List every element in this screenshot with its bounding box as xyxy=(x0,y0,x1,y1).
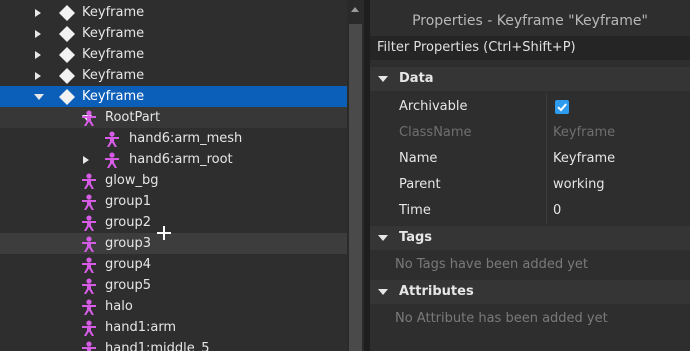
properties-panel: Properties - Keyframe "Keyframe" Filter … xyxy=(370,0,690,351)
explorer-row[interactable]: Keyframe xyxy=(0,44,347,65)
explorer-row-label: Keyframe xyxy=(82,47,145,62)
explorer-row[interactable]: RootPart xyxy=(0,107,347,128)
explorer-row[interactable]: Keyframe xyxy=(0,2,347,23)
tags-section-label: Tags xyxy=(399,230,433,245)
property-value[interactable]: Keyframe xyxy=(553,146,615,172)
scrollbar-thumb[interactable] xyxy=(349,24,362,351)
pose-icon xyxy=(82,173,96,189)
explorer-row[interactable]: Keyframe xyxy=(0,86,347,107)
collapsed-arrow-icon[interactable] xyxy=(35,9,41,17)
pose-icon xyxy=(82,236,96,252)
keyframe-icon xyxy=(59,89,75,105)
pose-icon xyxy=(82,194,96,210)
explorer-row-label: hand6:arm_mesh xyxy=(129,131,243,146)
column-divider xyxy=(546,120,547,146)
filter-placeholder: Filter Properties (Ctrl+Shift+P) xyxy=(377,40,576,55)
attributes-empty-text: No Attribute has been added yet xyxy=(395,311,608,326)
explorer-row[interactable]: hand1:middle_5 xyxy=(0,338,347,351)
property-row-time[interactable]: Time 0 xyxy=(370,198,690,224)
attributes-section-header[interactable]: Attributes xyxy=(370,280,690,304)
column-divider xyxy=(546,172,547,198)
collapse-icon[interactable] xyxy=(378,76,388,82)
explorer-row-label: group4 xyxy=(105,257,152,272)
keyframe-icon xyxy=(59,47,75,63)
property-row-name[interactable]: Name Keyframe xyxy=(370,146,690,172)
explorer-panel: Keyframe Keyframe Keyframe Keyframe Keyframe… xyxy=(0,0,364,351)
explorer-row-label: Keyframe xyxy=(82,68,145,83)
column-divider xyxy=(546,94,547,120)
pose-icon xyxy=(82,320,96,336)
properties-title: Properties - Keyframe "Keyframe" xyxy=(412,13,648,29)
collapsed-arrow-icon[interactable] xyxy=(35,51,41,59)
pose-icon xyxy=(82,110,96,126)
explorer-row[interactable]: Keyframe xyxy=(0,23,347,44)
explorer-row-label: hand1:middle_5 xyxy=(105,341,210,351)
explorer-row-label: group5 xyxy=(105,278,152,293)
tags-section-header[interactable]: Tags xyxy=(370,226,690,250)
explorer-row-label: group1 xyxy=(105,194,152,209)
expanded-arrow-icon[interactable] xyxy=(34,94,44,100)
archivable-checkbox[interactable] xyxy=(555,100,569,114)
explorer-row-label: hand1:arm xyxy=(105,320,177,335)
explorer-row[interactable]: hand6:arm_mesh xyxy=(0,128,347,149)
property-name: Parent xyxy=(399,177,441,192)
explorer-row-label: group2 xyxy=(105,215,152,230)
property-name: Time xyxy=(399,203,431,218)
scroll-up-icon[interactable] xyxy=(351,7,359,12)
pose-icon xyxy=(82,215,96,231)
explorer-row-label: hand6:arm_root xyxy=(129,152,233,167)
property-name: Name xyxy=(399,151,438,166)
property-row-classname[interactable]: ClassName Keyframe xyxy=(370,120,690,146)
filter-properties-input[interactable]: Filter Properties (Ctrl+Shift+P) xyxy=(370,36,690,60)
property-name: ClassName xyxy=(399,125,472,140)
collapsed-arrow-icon[interactable] xyxy=(35,72,41,80)
tags-empty-text: No Tags have been added yet xyxy=(395,257,589,272)
property-value[interactable]: 0 xyxy=(553,198,561,224)
column-divider xyxy=(546,146,547,172)
pose-icon xyxy=(82,257,96,273)
explorer-row[interactable]: Keyframe xyxy=(0,65,347,86)
explorer-row[interactable]: group4 xyxy=(0,254,347,275)
collapsed-arrow-icon[interactable] xyxy=(83,156,89,164)
property-name: Archivable xyxy=(399,99,468,114)
explorer-row[interactable]: group3 xyxy=(0,233,347,254)
explorer-row-label: RootPart xyxy=(105,110,161,125)
explorer-row-label: Keyframe xyxy=(82,5,145,20)
explorer-row[interactable]: halo xyxy=(0,296,347,317)
attributes-section-label: Attributes xyxy=(399,284,474,299)
explorer-row-label: group3 xyxy=(105,236,152,251)
pose-icon xyxy=(82,278,96,294)
explorer-row-label: Keyframe xyxy=(82,26,145,41)
keyframe-icon xyxy=(59,68,75,84)
explorer-row[interactable]: hand1:arm xyxy=(0,317,347,338)
explorer-row[interactable]: group2 xyxy=(0,212,347,233)
pose-icon xyxy=(82,341,96,351)
explorer-row-label: glow_bg xyxy=(105,173,159,188)
property-row-parent[interactable]: Parent working xyxy=(370,172,690,198)
property-value[interactable]: Keyframe xyxy=(553,120,615,146)
keyframe-icon xyxy=(59,26,75,42)
collapsed-arrow-icon[interactable] xyxy=(35,30,41,38)
collapse-icon[interactable] xyxy=(378,235,388,241)
explorer-row[interactable]: group1 xyxy=(0,191,347,212)
property-value[interactable]: working xyxy=(553,172,605,198)
pose-icon xyxy=(82,299,96,315)
property-row-archivable[interactable]: Archivable xyxy=(370,94,690,120)
pose-icon xyxy=(105,152,119,168)
explorer-row[interactable]: glow_bg xyxy=(0,170,347,191)
collapse-icon[interactable] xyxy=(378,289,388,295)
data-section-label: Data xyxy=(399,71,434,86)
explorer-scrollbar[interactable] xyxy=(347,0,364,351)
explorer-row-label: halo xyxy=(105,299,133,314)
column-divider xyxy=(546,198,547,224)
pose-icon xyxy=(105,131,119,147)
add-cursor-icon xyxy=(157,226,171,240)
explorer-row[interactable]: group5 xyxy=(0,275,347,296)
explorer-row-label: Keyframe xyxy=(82,89,145,104)
data-section-header[interactable]: Data xyxy=(370,67,690,91)
explorer-row[interactable]: hand6:arm_root xyxy=(0,149,347,170)
keyframe-icon xyxy=(59,5,75,21)
